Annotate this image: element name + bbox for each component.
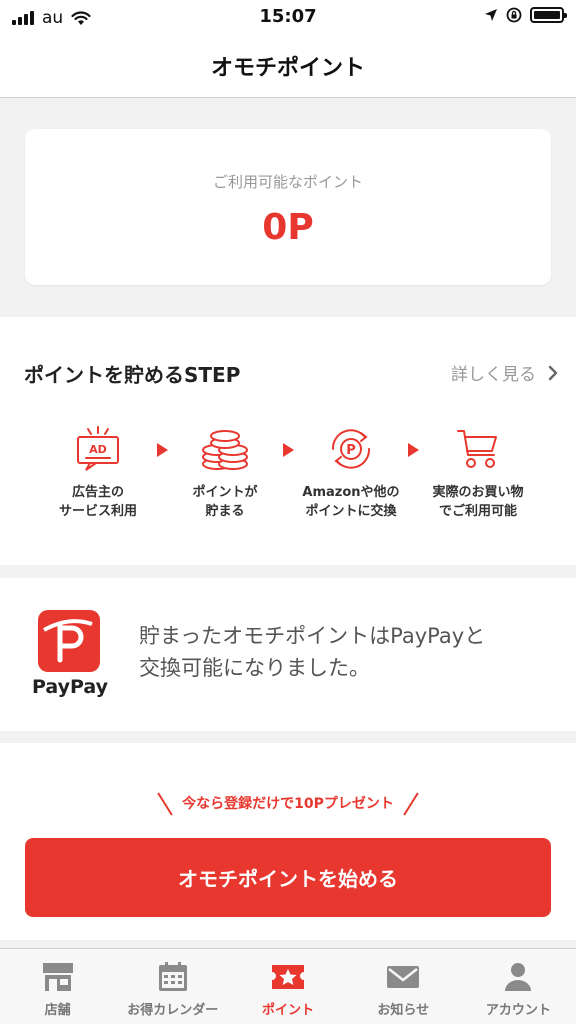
step-label-2: ポイントが 貯まる bbox=[192, 485, 258, 519]
promo-slash-left bbox=[157, 792, 173, 816]
calendar-icon bbox=[158, 962, 187, 991]
svg-text:P: P bbox=[346, 443, 356, 458]
nav-bar: オモチポイント bbox=[0, 34, 576, 98]
steps-section: ポイントを貯めるSTEP 詳しく見る AD 広告主の サービス利用 ポイントが … bbox=[0, 317, 576, 565]
tab-account-label: アカウント bbox=[485, 1003, 551, 1018]
step-item-ad: AD 広告主の サービス利用 bbox=[33, 425, 163, 521]
step-label-4: 実際のお買い物 でご利用可能 bbox=[432, 485, 524, 519]
step-item-exchange: P Amazonや他の ポイントに交換 bbox=[286, 425, 416, 521]
step-label-1: 広告主の サービス利用 bbox=[58, 485, 137, 519]
shopping-cart-icon bbox=[457, 430, 497, 468]
promo-slash-right bbox=[403, 792, 419, 816]
paypay-logo-text: PayPay bbox=[31, 676, 109, 698]
tab-news-label: お知らせ bbox=[377, 1003, 430, 1018]
start-points-button[interactable]: オモチポイントを始める bbox=[25, 838, 551, 917]
steps-title: ポイントを貯めるSTEP bbox=[24, 363, 241, 387]
cta-section: 今なら登録だけで10Pプレゼント オモチポイントを始める bbox=[0, 743, 576, 940]
mail-icon bbox=[387, 966, 420, 988]
chevron-right-icon bbox=[548, 365, 558, 380]
available-points-value: 0P bbox=[262, 207, 314, 248]
points-card: ご利用可能なポイント 0P bbox=[25, 129, 551, 285]
available-points-label: ご利用可能なポイント bbox=[212, 173, 363, 191]
tab-store-label: 店舗 bbox=[44, 1003, 71, 1018]
point-exchange-icon: P bbox=[331, 429, 371, 469]
page-title: オモチポイント bbox=[210, 55, 365, 81]
paypay-section: PayPay 貯まったオモチポイントはPayPayと 交換可能になりました。 bbox=[0, 578, 576, 731]
tab-news[interactable]: お知らせ bbox=[346, 949, 461, 1024]
tab-calendar[interactable]: お得カレンダー bbox=[115, 949, 230, 1024]
ad-icon: AD bbox=[77, 426, 119, 471]
location-icon bbox=[485, 9, 497, 21]
tab-points[interactable]: ポイント bbox=[230, 949, 345, 1024]
tab-account[interactable]: アカウント bbox=[461, 949, 576, 1024]
step-label-3: Amazonや他の ポイントに交換 bbox=[302, 485, 400, 519]
coins-stack-icon bbox=[202, 430, 248, 470]
paypay-message: 貯まったオモチポイントはPayPayと 交換可能になりました。 bbox=[139, 624, 486, 680]
point-ticket-icon bbox=[272, 965, 304, 989]
account-icon bbox=[505, 963, 532, 991]
paypay-logo-icon bbox=[38, 610, 100, 672]
status-right bbox=[484, 7, 567, 23]
svg-text:AD: AD bbox=[89, 443, 107, 456]
step-item-cart: 実際のお買い物 でご利用可能 bbox=[413, 425, 543, 521]
promo-text: 今なら登録だけで10Pプレゼント bbox=[0, 791, 576, 817]
tab-points-label: ポイント bbox=[262, 1003, 315, 1018]
orientation-lock-icon bbox=[506, 7, 522, 23]
steps-row: AD 広告主の サービス利用 ポイントが 貯まる P Amazonや他の ポイン… bbox=[0, 425, 576, 535]
see-details-label: 詳しく見る bbox=[451, 365, 536, 385]
tab-store[interactable]: 店舗 bbox=[0, 949, 115, 1024]
step-item-coins: ポイントが 貯まる bbox=[160, 425, 290, 521]
tab-bar: 店舗 お得カレンダー ポイント お知らせ アカウント bbox=[0, 948, 576, 1024]
tab-calendar-label: お得カレンダー bbox=[127, 1003, 219, 1018]
see-details-link[interactable]: 詳しく見る bbox=[451, 360, 558, 385]
battery-icon bbox=[530, 7, 567, 23]
store-icon bbox=[42, 963, 73, 991]
status-bar: au 15:07 bbox=[0, 0, 576, 34]
